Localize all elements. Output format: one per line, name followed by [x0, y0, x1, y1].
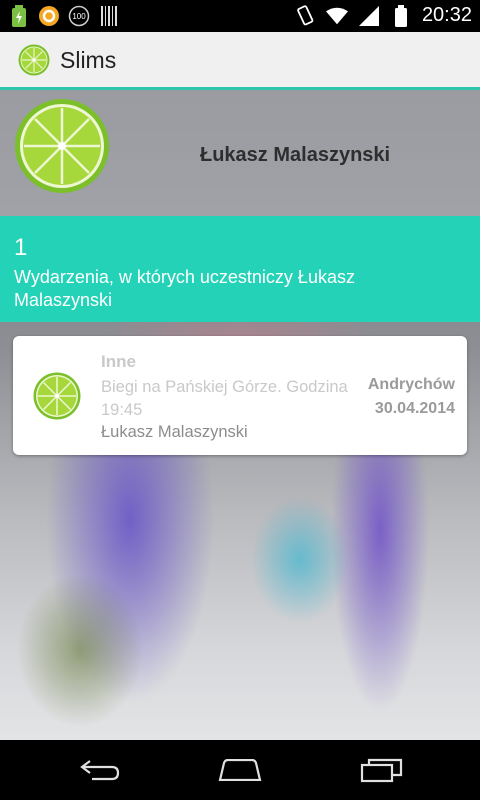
- event-city: Andrychów: [367, 376, 455, 393]
- back-icon[interactable]: [72, 752, 128, 788]
- navigation-bar: [0, 740, 480, 800]
- clock: 20:32: [421, 4, 472, 26]
- event-description: Biegi na Pańskiej Górze. Godzina 19:45: [101, 378, 348, 419]
- event-card[interactable]: Inne Biegi na Pańskiej Górze. Godzina 19…: [13, 336, 467, 455]
- events-count: 1: [14, 234, 28, 261]
- lime-icon: [33, 372, 81, 420]
- vibrate-icon: [294, 4, 316, 27]
- event-participant: Łukasz Malaszynski: [101, 423, 248, 441]
- svg-text:100: 100: [72, 12, 86, 21]
- lime-icon: [14, 98, 110, 194]
- events-summary-text: Wydarzenia, w których uczestniczy Łukasz…: [14, 267, 355, 310]
- signal-icon: [358, 5, 380, 27]
- action-bar: Slims: [0, 32, 480, 90]
- event-category: Inne: [101, 352, 136, 371]
- home-icon[interactable]: [212, 752, 268, 788]
- recent-apps-icon[interactable]: [354, 752, 410, 788]
- profile-header: Łukasz Malaszynski: [0, 90, 480, 216]
- wifi-icon: [325, 5, 348, 27]
- barcode-icon: [98, 5, 120, 27]
- events-summary: 1 Wydarzenia, w których uczestniczy Łuka…: [0, 216, 480, 322]
- app-title: Slims: [60, 47, 117, 73]
- event-date: 30.04.2014: [374, 400, 455, 417]
- system-icons: 20:32: [294, 4, 472, 27]
- battery-charging-icon: [8, 5, 30, 27]
- 100-badge-icon: 100: [68, 5, 90, 27]
- profile-content[interactable]: Łukasz Malaszynski 1 Wydarzenia, w który…: [0, 90, 480, 740]
- lime-icon[interactable]: [18, 44, 50, 76]
- orange-circle-app-icon: [38, 5, 60, 27]
- notification-icons: 100: [8, 5, 120, 27]
- status-bar: 100 20:32: [0, 0, 480, 32]
- user-name: Łukasz Malaszynski: [200, 144, 391, 166]
- battery-icon: [390, 4, 412, 27]
